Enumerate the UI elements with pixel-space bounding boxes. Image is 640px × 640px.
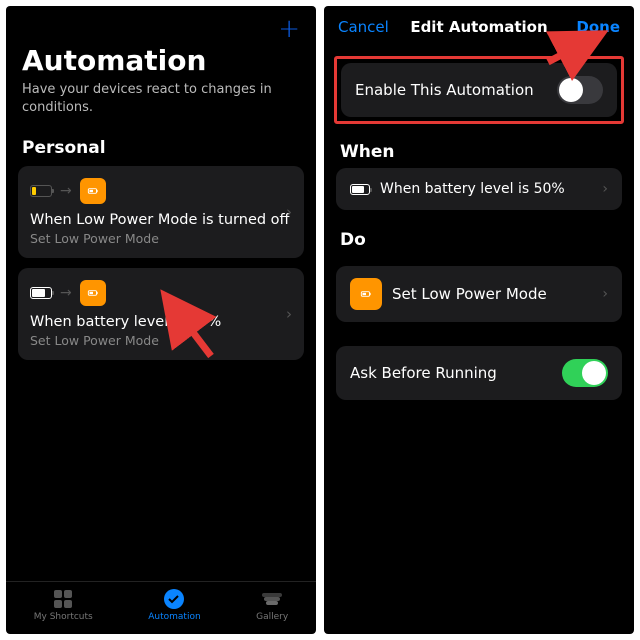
- header-row: +: [6, 6, 316, 44]
- screen-title: Automation: [22, 44, 300, 77]
- enable-automation-toggle[interactable]: [557, 76, 603, 104]
- do-action-label: Set Low Power Mode: [392, 285, 547, 303]
- automation-card-subtitle: Set Low Power Mode: [30, 231, 292, 246]
- navbar: Cancel Edit Automation Done: [324, 6, 634, 46]
- tab-automation[interactable]: Automation: [148, 588, 200, 622]
- grid-icon: [50, 588, 76, 610]
- automation-tab-icon: [161, 588, 187, 610]
- automation-card[interactable]: → When Low Power Mode is turned off Set …: [18, 166, 304, 258]
- ask-before-running-toggle[interactable]: [562, 359, 608, 387]
- tab-my-shortcuts[interactable]: My Shortcuts: [34, 588, 93, 622]
- enable-automation-row[interactable]: Enable This Automation: [341, 63, 617, 117]
- automation-card-subtitle: Set Low Power Mode: [30, 333, 292, 348]
- automation-card-title: When battery level is 50%: [30, 314, 292, 330]
- when-condition-label: When battery level is 50%: [380, 181, 565, 197]
- automation-card-title: When Low Power Mode is turned off: [30, 212, 292, 228]
- arrow-right-icon: →: [60, 183, 72, 199]
- when-condition-row[interactable]: When battery level is 50% ›: [336, 168, 622, 210]
- done-button[interactable]: Done: [576, 18, 620, 36]
- tab-label: Gallery: [256, 612, 288, 622]
- tab-gallery[interactable]: Gallery: [256, 588, 288, 622]
- highlight-box: Enable This Automation: [334, 56, 624, 124]
- arrow-right-icon: →: [60, 285, 72, 301]
- ask-before-running-row[interactable]: Ask Before Running: [336, 346, 622, 400]
- nav-title: Edit Automation: [410, 18, 547, 36]
- add-automation-button[interactable]: +: [278, 16, 300, 42]
- chevron-right-icon: ›: [602, 181, 608, 197]
- do-section-header: Do: [324, 210, 634, 256]
- battery-icon: [30, 287, 52, 299]
- chevron-right-icon: ›: [286, 305, 292, 323]
- low-power-mode-icon: [80, 178, 106, 204]
- ask-before-running-label: Ask Before Running: [350, 364, 497, 382]
- gallery-icon: [259, 588, 285, 610]
- chevron-right-icon: ›: [602, 286, 608, 302]
- title-block: Automation Have your devices react to ch…: [6, 44, 316, 126]
- screen-subtitle: Have your devices react to changes in co…: [22, 81, 300, 116]
- low-power-mode-icon: [80, 280, 106, 306]
- enable-automation-label: Enable This Automation: [355, 81, 534, 99]
- personal-section-header: Personal: [6, 126, 316, 166]
- edit-automation-screen: Cancel Edit Automation Done Enable This …: [324, 6, 634, 634]
- do-action-row[interactable]: Set Low Power Mode ›: [336, 266, 622, 322]
- tab-label: My Shortcuts: [34, 612, 93, 622]
- tab-label: Automation: [148, 612, 200, 622]
- battery-low-icon: [30, 185, 52, 197]
- tab-bar: My Shortcuts Automation Gallery: [6, 581, 316, 634]
- automation-card[interactable]: → When battery level is 50% Set Low Powe…: [18, 268, 304, 360]
- when-section-header: When: [324, 124, 634, 168]
- battery-icon: [350, 184, 370, 195]
- cancel-button[interactable]: Cancel: [338, 18, 389, 36]
- automation-list-screen: + Automation Have your devices react to …: [6, 6, 316, 634]
- chevron-right-icon: ›: [286, 203, 292, 221]
- low-power-mode-icon: [350, 278, 382, 310]
